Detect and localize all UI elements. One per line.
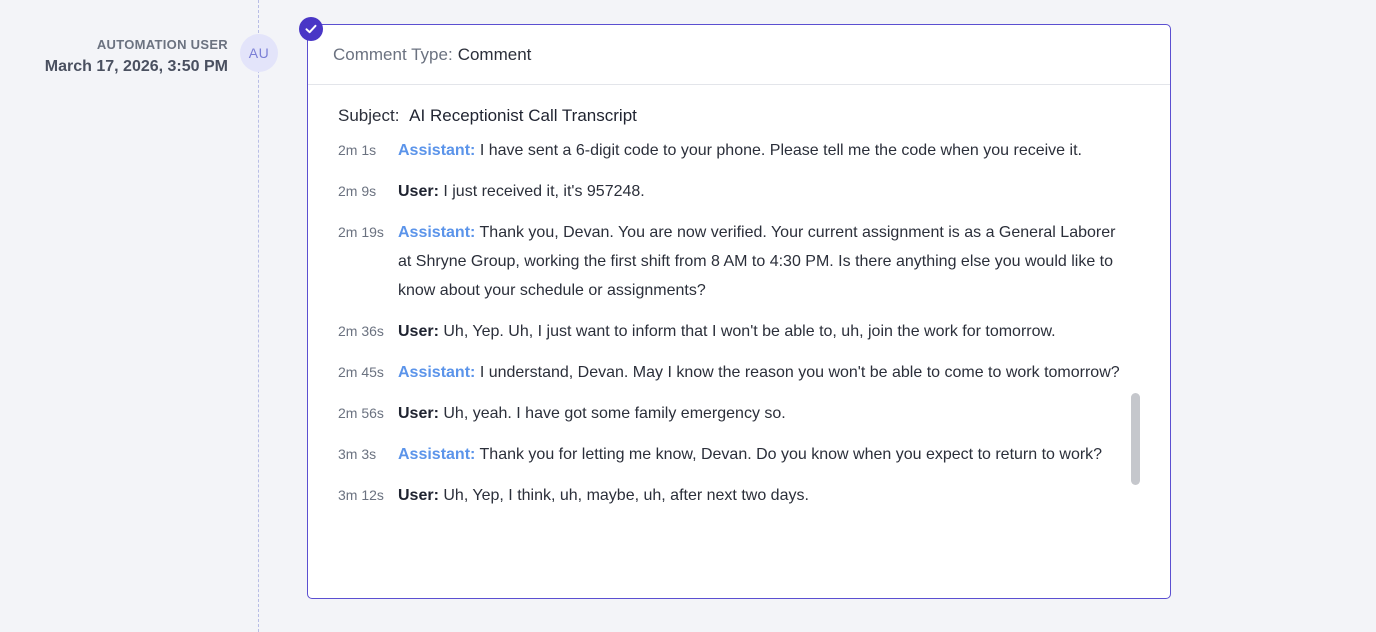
transcript-time: 2m 1s <box>338 142 377 158</box>
transcript-text: Thank you, Devan. You are now verified. … <box>398 224 1116 299</box>
transcript-text: I just received it, it's 957248. <box>443 183 645 200</box>
check-circle-icon <box>299 17 323 41</box>
speaker-label: Assistant: <box>398 446 476 463</box>
speaker-label: User: <box>398 323 439 340</box>
speaker-label: User: <box>398 487 439 504</box>
subject-row: Subject: AI Receptionist Call Transcript <box>338 103 1170 129</box>
scrollbar-thumb[interactable] <box>1131 393 1140 485</box>
transcript-text: Thank you for letting me know, Devan. Do… <box>479 446 1103 463</box>
transcript-text: Uh, Yep, I think, uh, maybe, uh, after n… <box>443 487 809 504</box>
transcript-time: 3m 3s <box>338 446 377 462</box>
transcript-line: 2m 45s Assistant: I understand, Devan. M… <box>338 358 1128 387</box>
transcript-time: 2m 56s <box>338 405 384 421</box>
subject-label: Subject: <box>338 106 400 125</box>
comment-type-value: Comment <box>457 44 532 64</box>
transcript-text: I have sent a 6-digit code to your phone… <box>479 142 1082 159</box>
transcript-time: 2m 45s <box>338 364 384 380</box>
speaker-label: Assistant: <box>398 364 476 381</box>
speaker-label: Assistant: <box>398 142 476 159</box>
transcript-text: Uh, Yep. Uh, I just want to inform that … <box>443 323 1056 340</box>
transcript-text: I understand, Devan. May I know the reas… <box>479 364 1120 381</box>
speaker-label: Assistant: <box>398 224 476 241</box>
transcript-line: 2m 36s User: Uh, Yep. Uh, I just want to… <box>338 317 1128 346</box>
transcript-list: 2m 1s Assistant: I have sent a 6-digit c… <box>338 136 1128 510</box>
transcript-line: 2m 1s Assistant: I have sent a 6-digit c… <box>338 136 1128 165</box>
speaker-label: User: <box>398 405 439 422</box>
comment-meta: AUTOMATION USER March 17, 2026, 3:50 PM <box>45 37 228 76</box>
comment-type-label: Comment Type: <box>333 44 453 64</box>
comment-timestamp: March 17, 2026, 3:50 PM <box>44 58 228 75</box>
subject-value: AI Receptionist Call Transcript <box>409 106 637 125</box>
transcript-line: 2m 56s User: Uh, yeah. I have got some f… <box>338 399 1128 428</box>
activity-timeline: AUTOMATION USER March 17, 2026, 3:50 PM … <box>0 0 1376 632</box>
comment-card: Comment Type: Comment Subject: AI Recept… <box>307 24 1171 599</box>
transcript-time: 3m 12s <box>338 487 384 503</box>
speaker-label: User: <box>398 183 439 200</box>
transcript-line: 2m 19s Assistant: Thank you, Devan. You … <box>338 218 1128 305</box>
transcript-line: 3m 12s User: Uh, Yep, I think, uh, maybe… <box>338 481 1128 510</box>
avatar: AU <box>240 34 278 72</box>
author-name: AUTOMATION USER <box>96 37 228 52</box>
transcript-text: Uh, yeah. I have got some family emergen… <box>443 405 786 422</box>
timeline-divider <box>258 0 259 632</box>
transcript-time: 2m 9s <box>338 183 377 199</box>
comment-body[interactable]: Subject: AI Receptionist Call Transcript… <box>308 85 1170 598</box>
transcript-line: 2m 9s User: I just received it, it's 957… <box>338 177 1128 206</box>
comment-type-row: Comment Type: Comment <box>308 25 1170 85</box>
transcript-time: 2m 36s <box>338 323 384 339</box>
transcript-line: 3m 3s Assistant: Thank you for letting m… <box>338 440 1128 469</box>
transcript-time: 2m 19s <box>338 224 384 240</box>
